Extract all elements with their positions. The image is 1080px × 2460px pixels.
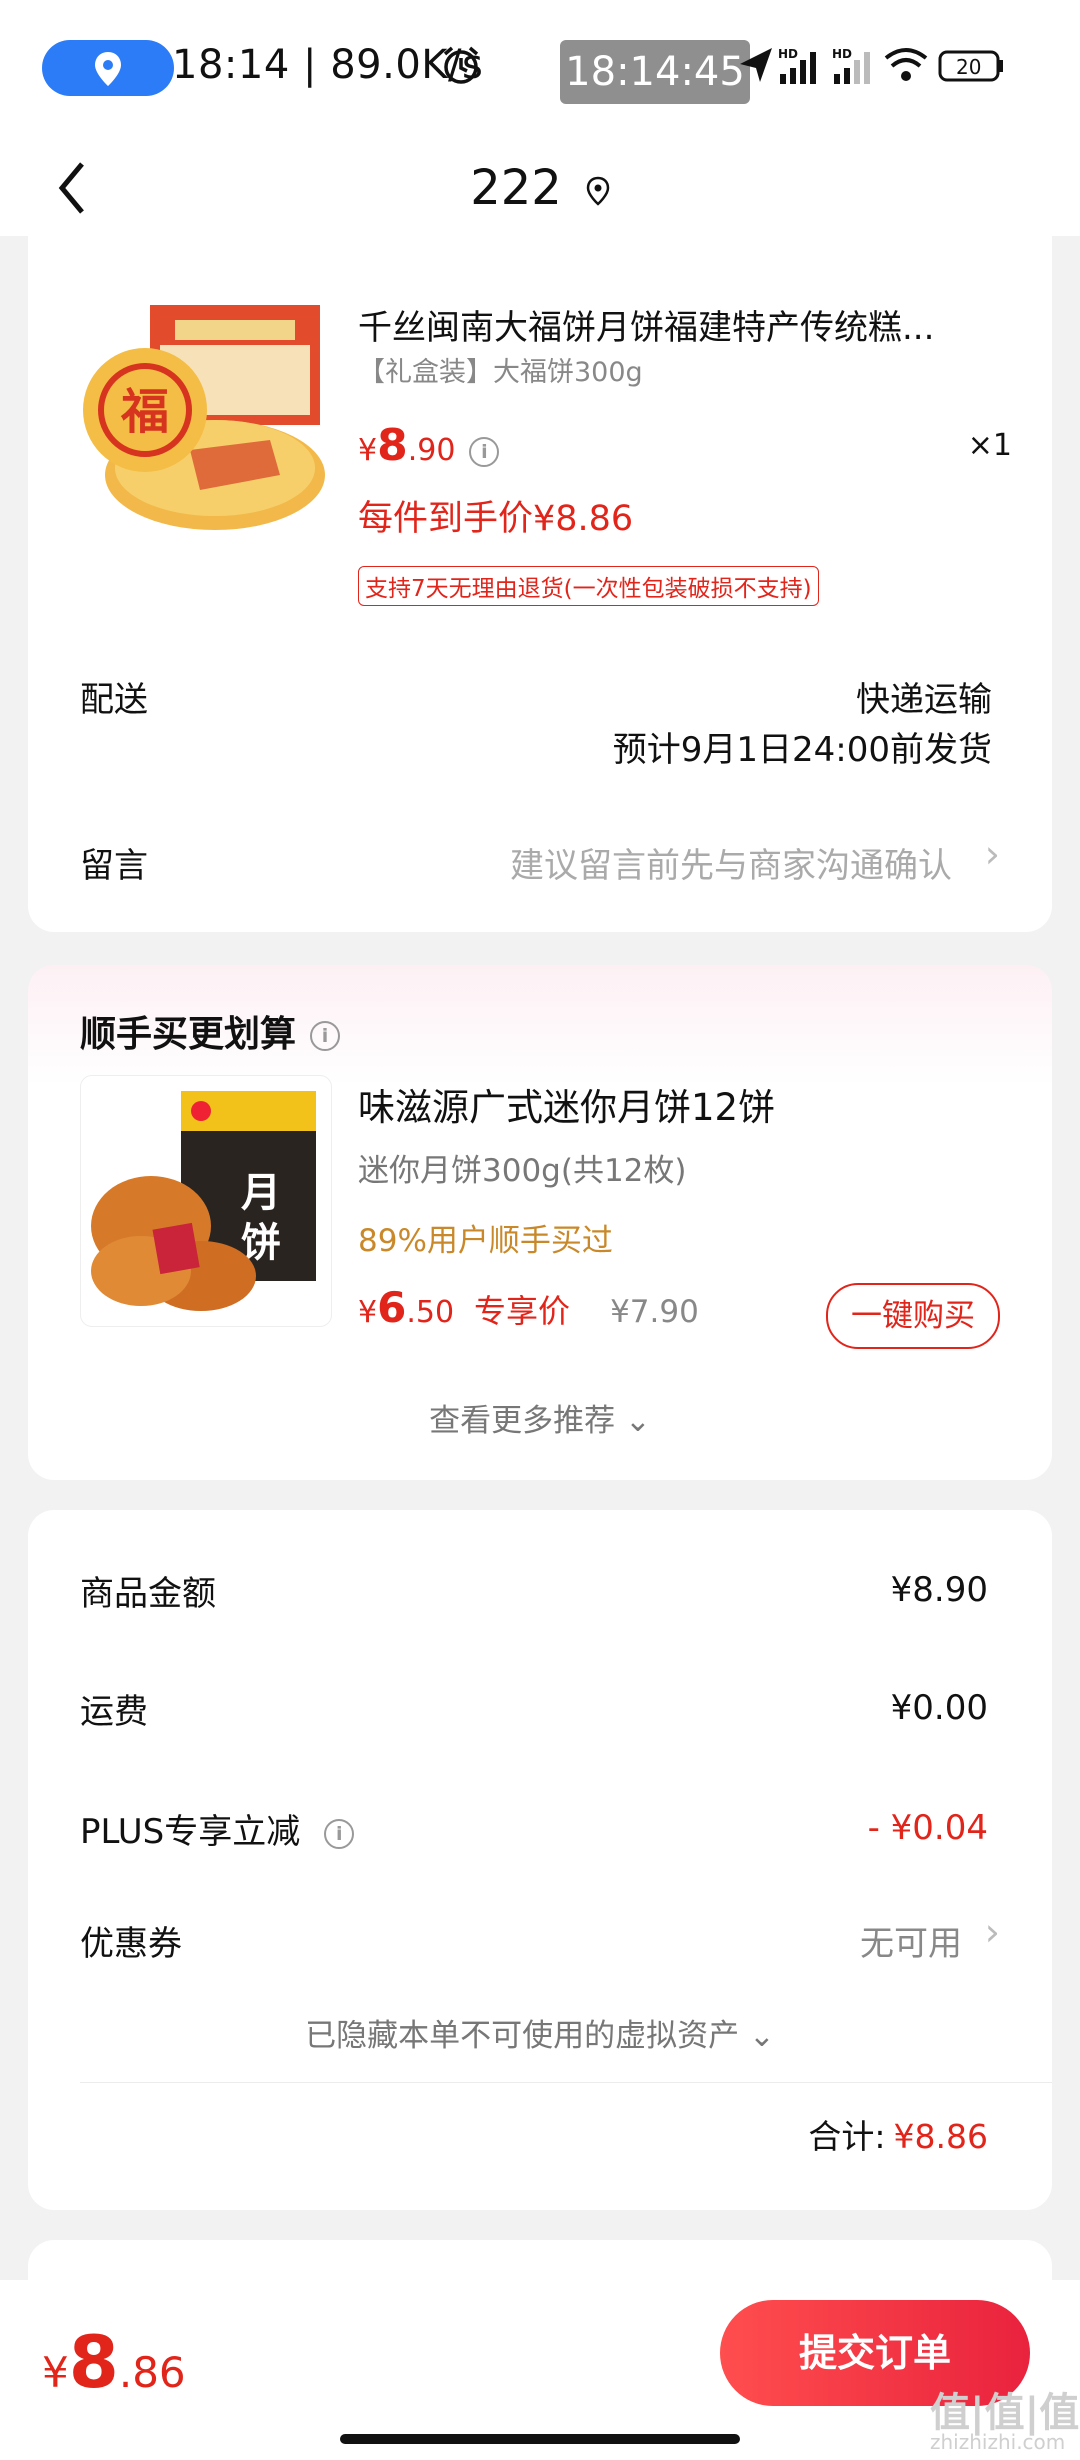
divider [80,2082,1052,2083]
product-quantity: ×1 [967,428,1012,463]
svg-text:月: 月 [241,1170,281,1216]
location-pill[interactable] [42,40,174,96]
bottom-price: ¥8.86 [42,2320,186,2404]
svg-text:福: 福 [120,384,169,440]
plus-discount-value: - ¥0.04 [867,1808,988,1848]
svg-text:20: 20 [956,55,981,79]
order-total: 合计: ¥8.86 [808,2117,988,2156]
delivery-method[interactable]: 快递运输 [856,672,992,721]
navigation-icon [740,48,772,82]
goods-amount-label: 商品金额 [80,1574,216,1614]
watermark-site: zhizhizhi.com [930,2430,1066,2454]
location-pin-icon[interactable] [586,176,610,206]
info-icon[interactable]: i [310,1021,341,1051]
svg-text:HD: HD [778,47,798,61]
recommend-rate: 89%用户顺手买过 [358,1223,613,1259]
recommend-spec: 迷你月饼300g(共12枚) [358,1153,687,1189]
clock-overlay: 18:14:45 [560,40,750,104]
coupon-value[interactable]: 无可用 [860,1916,962,1965]
coupon-label: 优惠券 [80,1924,182,1964]
hidden-assets-toggle[interactable]: 已隐藏本单不可使用的虚拟资产 ⌄ [28,2010,1052,2055]
message-input[interactable]: 建议留言前先与商家沟通确认 [510,838,952,887]
original-price: ¥7.90 [610,1294,699,1330]
shipping-label: 运费 [80,1692,148,1732]
bottom-bar: ¥8.86 提交订单 [0,2280,1080,2460]
return-policy-tag: 支持7天无理由退货(一次性包装破损不支持) [358,566,819,606]
alarm-icon [443,46,479,84]
recommend-name[interactable]: 味滋源广式迷你月饼12饼 [358,1077,775,1131]
home-indicator[interactable] [340,2434,740,2444]
shipping-value: ¥0.00 [890,1688,988,1728]
info-icon[interactable]: i [469,436,500,467]
recommend-title: 顺手买更划算 i [80,1005,341,1057]
goods-amount-value: ¥8.90 [890,1570,988,1610]
location-pill-icon [95,52,121,86]
system-status-icons: HD HD 20 [740,47,1003,84]
product-spec: 【礼盒装】大福饼300g [358,357,643,388]
more-recommend-link[interactable]: 查看更多推荐 ⌄ [28,1395,1052,1440]
recommend-price: ¥6.50 专享价 ¥7.90 [358,1283,699,1332]
status-time: 18:14 | 89.0K/s [172,42,484,88]
summary-card: 商品金额 ¥8.90 运费 ¥0.00 PLUS专享立减 i - ¥0.04 优惠… [28,1510,1052,2210]
delivery-eta: 预计9月1日24:00前发货 [612,730,992,770]
message-label: 留言 [80,846,148,886]
delivery-label: 配送 [80,680,148,720]
product-card: 福 千丝闽南大福饼月饼福建特产传统糕... 【礼盒装】大福饼300g ¥8.90… [28,220,1052,932]
plus-discount-label: PLUS专享立减 i [80,1804,355,1853]
final-price: 每件到手价¥8.86 [358,499,634,539]
chevron-right-icon: › [984,1910,1000,1954]
chevron-right-icon: › [984,832,1000,876]
info-icon[interactable]: i [324,1818,355,1849]
svg-text:HD: HD [832,47,852,61]
recommend-image[interactable]: 月 饼 [80,1075,332,1327]
recommend-card: 顺手买更划算 i 月 饼 味滋源广式迷你月饼12饼 迷你月饼300g(共12枚) … [28,965,1052,1480]
product-price: ¥8.90 i [358,420,500,471]
product-title[interactable]: 千丝闽南大福饼月饼福建特产传统糕... [358,300,998,349]
one-click-buy-button[interactable]: 一键购买 [826,1283,1000,1349]
product-image[interactable]: 福 [80,300,330,550]
mooncake-image: 月 饼 [91,1091,316,1311]
status-bar: 18:14 | 89.0K/s 18:14:45 HD HD 20 [0,0,1080,140]
